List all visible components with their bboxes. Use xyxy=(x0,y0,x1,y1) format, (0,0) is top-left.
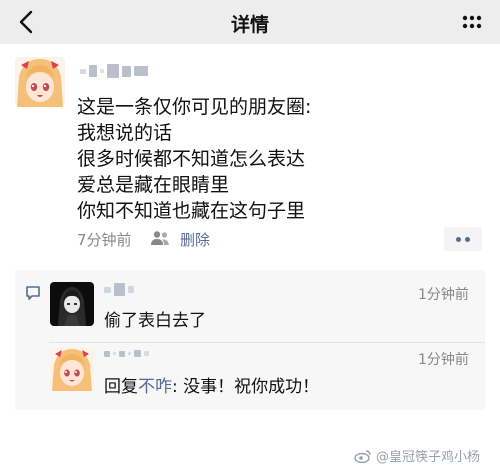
replier-avatar[interactable] xyxy=(50,347,94,391)
replier-name-blurred xyxy=(104,350,149,357)
page-title: 详情 xyxy=(230,14,269,36)
reply-prefix: 回复 xyxy=(104,377,138,397)
post-line: 你知不知道也藏在这句子里 xyxy=(77,200,306,222)
comment-divider xyxy=(49,342,485,343)
weibo-logo-icon xyxy=(354,449,371,463)
comment-time: 1分钟前 xyxy=(418,287,469,303)
commenter-avatar[interactable] xyxy=(50,282,94,326)
commenter-name-blurred xyxy=(104,283,134,296)
dot-icon xyxy=(465,237,470,242)
author-avatar[interactable] xyxy=(15,57,65,107)
dot-icon xyxy=(456,237,461,242)
author-name-blurred xyxy=(80,64,148,78)
post-line: 我想说的话 xyxy=(77,122,173,144)
post-line: 很多时候都不知道怎么表达 xyxy=(77,148,306,170)
delete-link[interactable]: 删除 xyxy=(180,229,210,250)
nav-bar: 详情 xyxy=(0,0,500,44)
comment-text[interactable]: 偷了表白去了 xyxy=(104,306,206,331)
reply-body: : 没事！祝你成功！ xyxy=(172,377,320,397)
reply-text[interactable]: 回复不咋: 没事！祝你成功！ xyxy=(104,372,319,397)
post-time: 7分钟前 xyxy=(77,231,132,249)
reply-time: 1分钟前 xyxy=(418,352,469,368)
like-comment-button[interactable] xyxy=(444,227,482,251)
visibility-people-icon[interactable] xyxy=(150,230,170,246)
watermark-text: @皇冠筷子鸡小杨 xyxy=(375,450,480,465)
post-line: 这是一条仅你可见的朋友圈: xyxy=(77,96,312,118)
more-options-icon[interactable] xyxy=(458,10,486,34)
watermark: @皇冠筷子鸡小杨 xyxy=(354,446,480,465)
reply-to-name[interactable]: 不咋 xyxy=(138,377,172,397)
comment-bubble-icon xyxy=(26,286,40,300)
post-text: 这是一条仅你可见的朋友圈: 我想说的话 很多时候都不知道怎么表达 爱总是藏在眼睛… xyxy=(77,94,311,224)
post-line: 爱总是藏在眼睛里 xyxy=(77,174,230,196)
